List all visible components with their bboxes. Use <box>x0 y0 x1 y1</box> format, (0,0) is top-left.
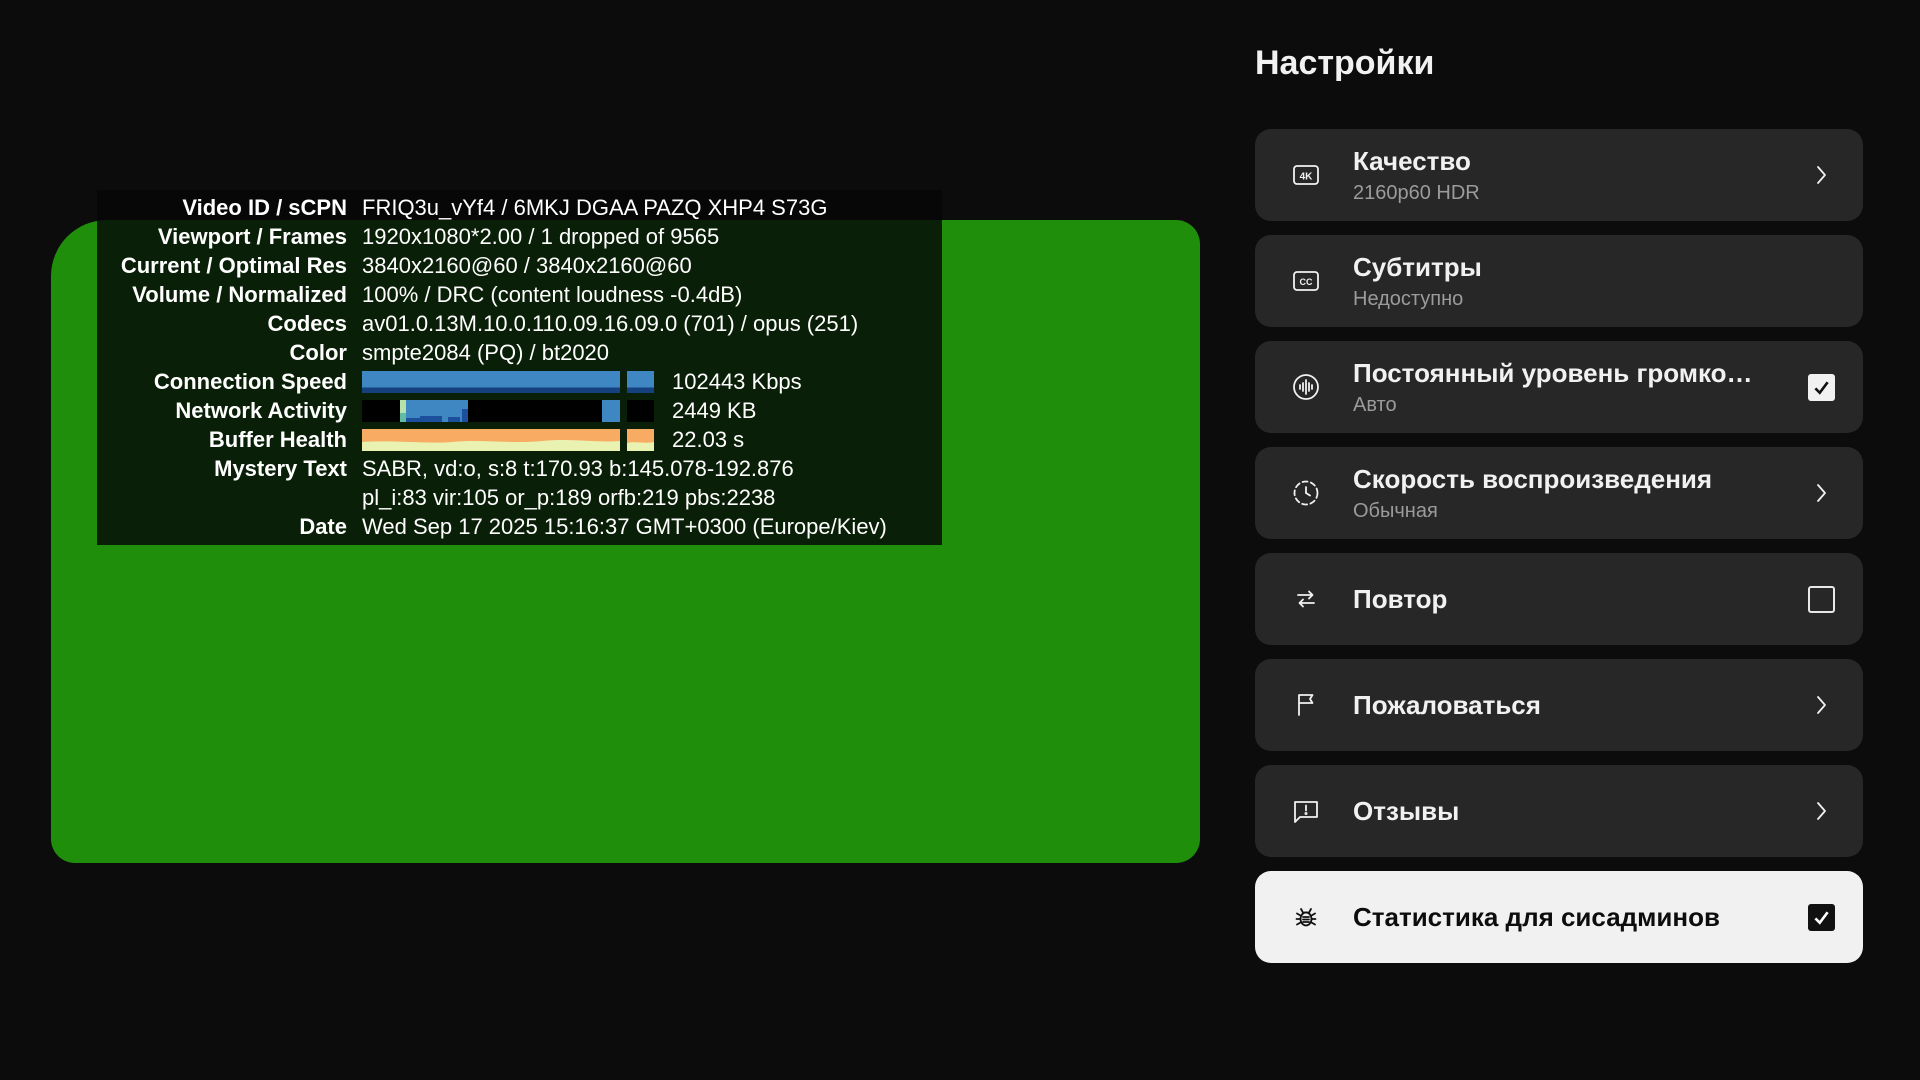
settings-item-title: Качество <box>1353 146 1791 177</box>
stats-value: 3840x2160@60 / 3840x2160@60 <box>362 251 692 280</box>
repeat-icon <box>1291 584 1321 614</box>
stats-row: Codecs av01.0.13M.10.0.110.09.16.09.0 (7… <box>97 309 942 338</box>
settings-item-title: Статистика для сисадминов <box>1353 902 1792 933</box>
stats-label: Video ID / sCPN <box>97 193 347 222</box>
stats-row: Color smpte2084 (PQ) / bt2020 <box>97 338 942 367</box>
settings-item-title: Отзывы <box>1353 796 1791 827</box>
settings-item-subtitles[interactable]: CC Субтитры Недоступно <box>1255 235 1863 327</box>
stats-value: SABR, vd:o, s:8 t:170.93 b:145.078-192.8… <box>362 454 794 483</box>
network-activity-value: 2449 KB <box>672 396 756 425</box>
settings-item-repeat[interactable]: Повтор <box>1255 553 1863 645</box>
settings-item-subtitle: Авто <box>1353 394 1792 417</box>
stable-volume-checkbox[interactable] <box>1808 374 1835 401</box>
settings-item-title: Повтор <box>1353 584 1792 615</box>
settings-item-quality[interactable]: 4K Качество 2160p60 HDR <box>1255 129 1863 221</box>
stable-volume-icon <box>1291 372 1321 402</box>
stats-value: pl_i:83 vir:105 or_p:189 orfb:219 pbs:22… <box>362 483 775 512</box>
settings-item-title: Скорость воспроизведения <box>1353 464 1791 495</box>
stats-row: Current / Optimal Res 3840x2160@60 / 384… <box>97 251 942 280</box>
stats-row: Date Wed Sep 17 2025 15:16:37 GMT+0300 (… <box>97 512 942 541</box>
stats-row: Video ID / sCPN FRIQ3u_vYf4 / 6MKJ DGAA … <box>97 193 942 222</box>
settings-item-title: Пожаловаться <box>1353 690 1791 721</box>
buffer-health-bar: 22.03 s <box>362 429 744 451</box>
page: { "colors": { "page_bg": "#0c0c0c", "vid… <box>0 0 1920 1080</box>
settings-item-title: Субтитры <box>1353 252 1835 283</box>
settings-panel: Настройки 4K Качество 2160p60 HDR CC Суб… <box>1255 0 1863 977</box>
stats-label: Current / Optimal Res <box>97 251 347 280</box>
stats-label: Connection Speed <box>97 367 347 396</box>
stats-for-nerds-overlay: Video ID / sCPN FRIQ3u_vYf4 / 6MKJ DGAA … <box>97 190 942 545</box>
stats-row: Volume / Normalized 100% / DRC (content … <box>97 280 942 309</box>
connection-speed-value: 102443 Kbps <box>672 367 802 396</box>
buffer-health-value: 22.03 s <box>672 425 744 454</box>
stats-label: Volume / Normalized <box>97 280 347 309</box>
stats-row-network-activity: Network Activity 2449 KB <box>97 396 942 425</box>
settings-item-stats-for-nerds[interactable]: Статистика для сисадминов <box>1255 871 1863 963</box>
cc-badge-icon: CC <box>1291 266 1321 296</box>
stats-value: Wed Sep 17 2025 15:16:37 GMT+0300 (Europ… <box>362 512 887 541</box>
4k-badge-icon: 4K <box>1291 160 1321 190</box>
chevron-right-icon <box>1807 161 1835 189</box>
stats-label: Codecs <box>97 309 347 338</box>
stats-value: 1920x1080*2.00 / 1 dropped of 9565 <box>362 222 719 251</box>
settings-item-feedback[interactable]: Отзывы <box>1255 765 1863 857</box>
stats-value: av01.0.13M.10.0.110.09.16.09.0 (701) / o… <box>362 309 858 338</box>
chevron-right-icon <box>1807 479 1835 507</box>
settings-item-subtitle: Обычная <box>1353 500 1791 523</box>
stats-label: Mystery Text <box>97 454 347 483</box>
stats-label: Date <box>97 512 347 541</box>
stats-row: Viewport / Frames 1920x1080*2.00 / 1 dro… <box>97 222 942 251</box>
stats-label: Viewport / Frames <box>97 222 347 251</box>
stats-value: 100% / DRC (content loudness -0.4dB) <box>362 280 742 309</box>
stats-row-connection-speed: Connection Speed 102443 Kbps <box>97 367 942 396</box>
settings-panel-title: Настройки <box>1255 44 1863 83</box>
svg-text:4K: 4K <box>1300 172 1314 183</box>
feedback-icon <box>1291 796 1321 826</box>
stats-value: FRIQ3u_vYf4 / 6MKJ DGAA PAZQ XHP4 S73G <box>362 193 827 222</box>
settings-item-subtitle: 2160p60 HDR <box>1353 182 1791 205</box>
settings-item-stable-volume[interactable]: Постоянный уровень громко… Авто <box>1255 341 1863 433</box>
connection-speed-bar: 102443 Kbps <box>362 371 802 393</box>
stats-row: pl_i:83 vir:105 or_p:189 orfb:219 pbs:22… <box>97 483 942 512</box>
stats-label: Network Activity <box>97 396 347 425</box>
network-activity-bar: 2449 KB <box>362 400 756 422</box>
stats-label: Color <box>97 338 347 367</box>
chevron-right-icon <box>1807 691 1835 719</box>
bug-icon <box>1291 902 1321 932</box>
stats-value: smpte2084 (PQ) / bt2020 <box>362 338 609 367</box>
playback-speed-icon <box>1291 478 1321 508</box>
stats-row-buffer-health: Buffer Health 22.03 s <box>97 425 942 454</box>
stats-row: Mystery Text SABR, vd:o, s:8 t:170.93 b:… <box>97 454 942 483</box>
repeat-checkbox[interactable] <box>1808 586 1835 613</box>
stats-for-nerds-checkbox[interactable] <box>1808 904 1835 931</box>
settings-item-title: Постоянный уровень громко… <box>1353 358 1792 389</box>
settings-item-subtitle: Недоступно <box>1353 288 1835 311</box>
chevron-right-icon <box>1807 797 1835 825</box>
svg-text:CC: CC <box>1300 277 1313 287</box>
flag-icon <box>1291 690 1321 720</box>
settings-item-report[interactable]: Пожаловаться <box>1255 659 1863 751</box>
stats-label: Buffer Health <box>97 425 347 454</box>
settings-item-playback-speed[interactable]: Скорость воспроизведения Обычная <box>1255 447 1863 539</box>
